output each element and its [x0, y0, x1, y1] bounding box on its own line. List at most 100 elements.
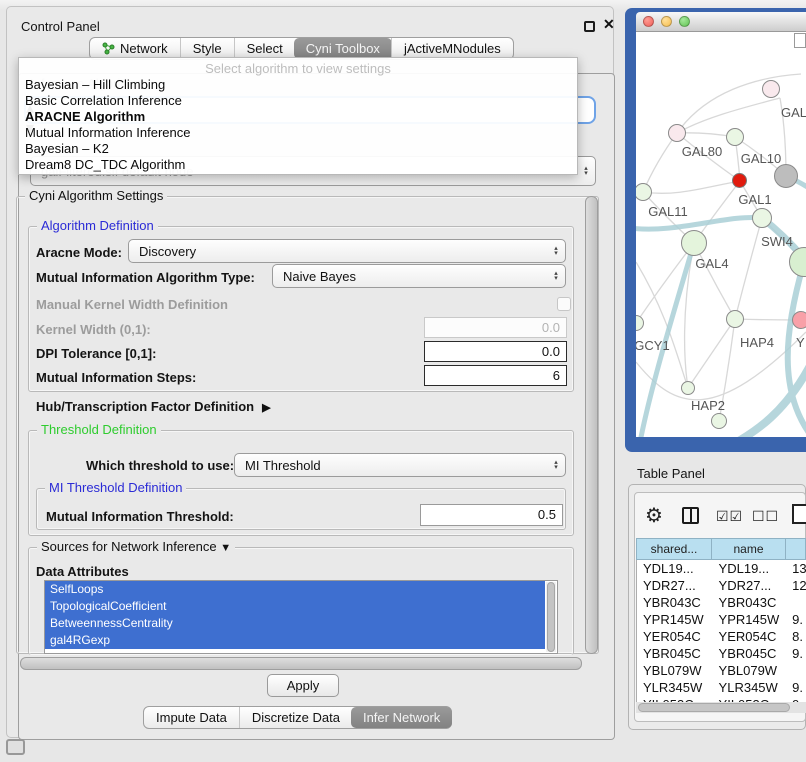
network-node-green[interactable] [752, 208, 772, 228]
list-scrollbar[interactable] [546, 582, 556, 652]
mi-algorithm-type-combobox[interactable]: Naive Bayes ▴▾ [272, 264, 566, 288]
minimize-traffic-light-icon[interactable] [661, 16, 672, 27]
column-header-name[interactable]: name [712, 538, 786, 560]
aracne-mode-label: Aracne Mode: [36, 245, 122, 260]
desktop: Control Panel ✕ Network Style Select Cyn… [0, 0, 806, 762]
network-canvas[interactable]: GAL GAL80 GAL10 GAL1 GAL11 SWI4 GAL4 GCY… [636, 32, 806, 437]
tab-cyni-toolbox[interactable]: Cyni Toolbox [294, 38, 392, 59]
dpi-tolerance-field[interactable]: 0.0 [424, 341, 567, 362]
dropdown-item-dream8[interactable]: Dream8 DC_TDC Algorithm [19, 157, 577, 173]
hub-transcription-factor-label: Hub/Transcription Factor Definition [36, 399, 254, 414]
tab-impute-data-label: Impute Data [156, 710, 227, 725]
dropdown-item-basic-correlation[interactable]: Basic Correlation Inference [19, 93, 577, 109]
network-node-gray[interactable] [774, 164, 798, 188]
sources-title-text: Sources for Network Inference [41, 539, 217, 554]
cell-shared: YDL19... [637, 560, 713, 577]
node-label-gal80: GAL80 [682, 144, 722, 159]
dropdown-item-bayesian-k2[interactable]: Bayesian – K2 [19, 141, 577, 157]
dropdown-item-bayesian-hill-climbing[interactable]: Bayesian – Hill Climbing [19, 77, 577, 93]
manual-kernel-width-checkbox[interactable] [557, 297, 571, 311]
split-columns-icon[interactable] [682, 507, 699, 524]
close-traffic-light-icon[interactable] [643, 16, 654, 27]
apply-button[interactable]: Apply [267, 674, 339, 697]
float-window-icon[interactable] [584, 21, 595, 32]
table-row[interactable]: YDR27...YDR27...12 [637, 577, 806, 594]
list-item-topologicalcoefficient[interactable]: TopologicalCoefficient [45, 598, 545, 615]
tab-jactivemnodules[interactable]: jActiveMNodules [391, 38, 513, 59]
table-body[interactable]: YDL19...YDL19...13 YDR27...YDR27...12 YB… [636, 560, 806, 702]
which-threshold-value: MI Threshold [235, 458, 547, 473]
tab-network[interactable]: Network [90, 38, 180, 59]
algorithm-definition-title: Algorithm Definition [37, 218, 158, 233]
node-label-hap4: HAP4 [740, 335, 774, 350]
aracne-mode-combobox[interactable]: Discovery ▴▾ [128, 239, 566, 263]
node-label-gal11: GAL11 [648, 204, 688, 219]
expand-right-arrow-icon[interactable]: ▶ [262, 401, 270, 414]
node-label-swi4: SWI4 [761, 234, 793, 249]
dropdown-item-aracne[interactable]: ARACNE Algorithm [19, 109, 577, 125]
list-scrollbar-thumb[interactable] [547, 582, 555, 652]
collapse-down-arrow-icon[interactable]: ▼ [220, 542, 231, 554]
list-item-betweennesscentrality[interactable]: BetweennessCentrality [45, 615, 545, 632]
table-row[interactable]: YER054CYER054C8. [637, 628, 806, 645]
page-icon[interactable] [792, 504, 806, 524]
which-threshold-combobox[interactable]: MI Threshold ▴▾ [234, 453, 566, 477]
table-row[interactable]: YBR043CYBR043C [637, 594, 806, 611]
check-all-icon[interactable]: ☑☑ [716, 508, 743, 525]
dropdown-item-mutual-information[interactable]: Mutual Information Inference [19, 125, 577, 141]
network-node-gal4[interactable] [681, 230, 707, 256]
network-icon [102, 42, 115, 55]
gear-icon[interactable]: ⚙ [645, 503, 663, 528]
node-label-gal1: GAL1 [738, 192, 771, 207]
cell-shared: YBL079W [637, 662, 713, 679]
dock-panel-icon[interactable] [6, 739, 25, 755]
aracne-mode-value: Discovery [129, 244, 547, 259]
network-node-green[interactable] [726, 310, 744, 328]
settings-hscroll-thumb[interactable] [20, 657, 582, 670]
tab-style[interactable]: Style [180, 38, 234, 59]
spinner-arrows-icon: ▴▾ [547, 271, 565, 281]
network-node-green[interactable] [711, 413, 727, 429]
table-row[interactable]: YPR145WYPR145W9. [637, 611, 806, 628]
network-node-green[interactable] [726, 128, 744, 146]
tab-infer-network[interactable]: Infer Network [351, 707, 452, 728]
table-horizontal-scrollbar[interactable] [636, 702, 806, 713]
list-item-gal4rgexp[interactable]: gal4RGexp [45, 632, 545, 649]
network-node-green[interactable] [681, 381, 695, 395]
network-node-pink[interactable] [668, 124, 686, 142]
bottom-tabbar: Impute Data Discretize Data Infer Networ… [143, 706, 452, 729]
cell-shared: YDR27... [637, 577, 713, 594]
cell-name: YBL079W [713, 662, 787, 679]
list-item-selfloops[interactable]: SelfLoops [45, 581, 545, 598]
network-window-titlebar[interactable] [636, 12, 806, 32]
zoom-traffic-light-icon[interactable] [679, 16, 690, 27]
cell-shared: YLR345W [637, 679, 713, 696]
column-header-shared-name[interactable]: shared... [636, 538, 712, 560]
table-hscroll-thumb[interactable] [638, 703, 790, 712]
mi-steps-field[interactable]: 6 [424, 365, 567, 386]
node-label-gal10: GAL10 [741, 151, 781, 166]
uncheck-all-icon[interactable]: ☐☐ [752, 508, 779, 525]
table-row[interactable]: YDL19...YDL19...13 [637, 560, 806, 577]
close-icon[interactable]: ✕ [603, 16, 615, 33]
settings-vertical-scrollbar[interactable] [585, 196, 598, 654]
network-node-red-selected[interactable] [732, 173, 747, 188]
hub-transcription-factor-section[interactable]: Hub/Transcription Factor Definition ▶ [36, 399, 271, 414]
mi-threshold-field[interactable]: 0.5 [420, 504, 563, 526]
settings-horizontal-scrollbar[interactable] [20, 657, 582, 670]
network-node-pink[interactable] [762, 80, 780, 98]
network-node-salmon[interactable] [792, 311, 806, 329]
control-panel-title: Control Panel [21, 19, 100, 34]
table-row[interactable]: YBR045CYBR045C9. [637, 645, 806, 662]
table-row[interactable]: YBL079WYBL079W [637, 662, 806, 679]
kernel-width-field[interactable]: 0.0 [424, 317, 567, 338]
settings-vscroll-thumb[interactable] [585, 196, 598, 654]
tab-impute-data[interactable]: Impute Data [144, 707, 239, 728]
spinner-arrows-icon: ▴▾ [547, 460, 565, 470]
tab-discretize-data[interactable]: Discretize Data [239, 707, 352, 728]
column-header-partial[interactable] [786, 538, 806, 560]
tab-cyni-toolbox-label: Cyni Toolbox [306, 41, 380, 56]
tab-select[interactable]: Select [234, 38, 295, 59]
cell-name: YBR045C [713, 645, 787, 662]
table-row[interactable]: YLR345WYLR345W9. [637, 679, 806, 696]
